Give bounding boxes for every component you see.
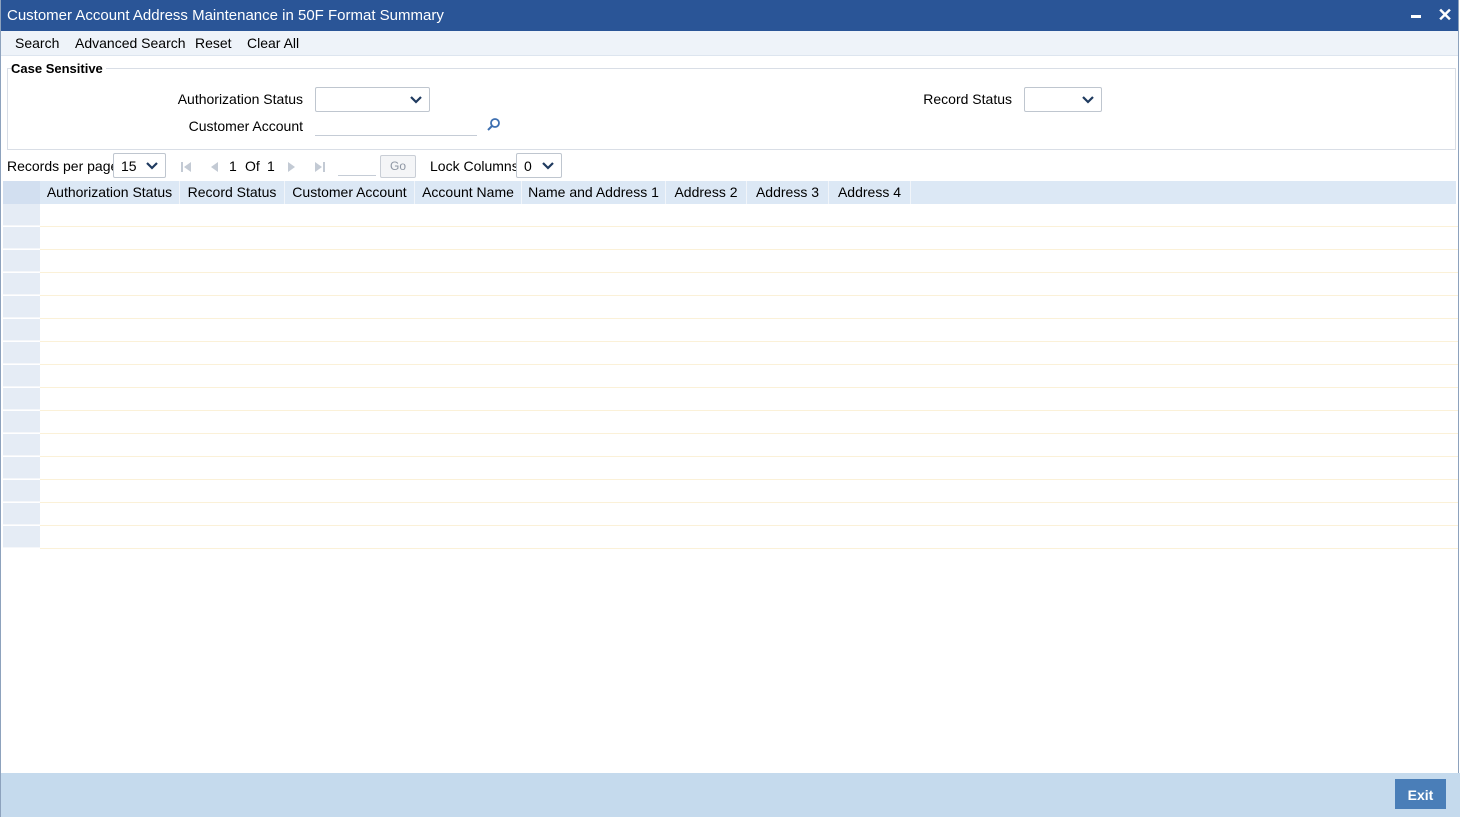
record-status-select[interactable]	[1024, 87, 1102, 112]
column-header-customer-account[interactable]: Customer Account	[285, 181, 415, 204]
table-row[interactable]	[40, 433, 1458, 434]
table-row[interactable]	[40, 410, 1458, 411]
title-bar: Customer Account Address Maintenance in …	[1, 0, 1458, 31]
clear-all-button[interactable]: Clear All	[247, 35, 299, 51]
table-row[interactable]	[40, 272, 1458, 273]
table-row[interactable]	[40, 548, 1458, 549]
row-selector[interactable]	[3, 434, 40, 456]
search-button[interactable]: Search	[15, 35, 59, 51]
row-selector[interactable]	[3, 204, 40, 226]
table-row[interactable]	[40, 226, 1458, 227]
table-row[interactable]	[40, 456, 1458, 457]
window-title: Customer Account Address Maintenance in …	[7, 7, 444, 24]
table-row[interactable]	[40, 249, 1458, 250]
toolbar: Search Advanced Search Reset Clear All	[1, 31, 1458, 56]
table-row[interactable]	[40, 479, 1458, 480]
close-icon[interactable]: ✕	[1435, 5, 1455, 25]
search-lookup-icon[interactable]	[486, 117, 502, 133]
pagination-bar: Records per page 15 1 Of 1 Go Lock Colum…	[1, 153, 1458, 181]
table-row[interactable]	[40, 364, 1458, 365]
previous-page-icon[interactable]	[207, 160, 221, 174]
table-row[interactable]	[40, 502, 1458, 503]
lock-columns-select[interactable]: 0	[516, 153, 562, 178]
row-selector[interactable]	[3, 273, 40, 295]
customer-account-input[interactable]	[315, 112, 477, 136]
row-selector[interactable]	[3, 319, 40, 341]
records-per-page-label: Records per page	[7, 158, 119, 174]
minimize-icon[interactable]	[1406, 5, 1426, 25]
row-selector[interactable]	[3, 411, 40, 433]
exit-button[interactable]: Exit	[1395, 779, 1446, 809]
customer-account-label: Customer Account	[188, 118, 303, 134]
footer-bar: Exit	[1, 773, 1460, 817]
reset-button[interactable]: Reset	[195, 35, 232, 51]
column-header-address-2[interactable]: Address 2	[666, 181, 747, 204]
row-selector[interactable]	[3, 250, 40, 272]
chevron-down-icon	[541, 161, 555, 171]
row-selector[interactable]	[3, 296, 40, 318]
column-header-address-4[interactable]: Address 4	[829, 181, 911, 204]
records-per-page-select[interactable]: 15	[113, 153, 166, 178]
first-page-icon[interactable]	[179, 160, 193, 174]
row-selector[interactable]	[3, 227, 40, 249]
table-row[interactable]	[40, 295, 1458, 296]
current-page: 1	[229, 158, 237, 174]
go-button[interactable]: Go	[380, 155, 416, 178]
table-row[interactable]	[40, 525, 1458, 526]
row-selector[interactable]	[3, 342, 40, 364]
record-status-label: Record Status	[923, 91, 1012, 107]
grid-header: Authorization Status Record Status Custo…	[3, 181, 1456, 204]
column-header-name-and-address-1[interactable]: Name and Address 1	[522, 181, 666, 204]
advanced-search-button[interactable]: Advanced Search	[75, 35, 186, 51]
column-header-record-status[interactable]: Record Status	[180, 181, 285, 204]
row-selector[interactable]	[3, 526, 40, 548]
of-label: Of	[245, 158, 260, 174]
table-row[interactable]	[40, 318, 1458, 319]
records-per-page-value: 15	[121, 158, 137, 174]
case-sensitive-legend: Case Sensitive	[11, 61, 106, 76]
chevron-down-icon	[409, 95, 423, 105]
table-row[interactable]	[40, 341, 1458, 342]
select-all-cell[interactable]	[3, 181, 40, 204]
row-selector[interactable]	[3, 480, 40, 502]
column-header-address-3[interactable]: Address 3	[747, 181, 829, 204]
column-header-authorization-status[interactable]: Authorization Status	[40, 181, 180, 204]
authorization-status-select[interactable]	[315, 87, 430, 112]
last-page-icon[interactable]	[313, 160, 327, 174]
total-pages: 1	[267, 158, 275, 174]
goto-page-input[interactable]	[338, 156, 376, 176]
next-page-icon[interactable]	[285, 160, 299, 174]
lock-columns-value: 0	[524, 158, 532, 174]
column-header-account-name[interactable]: Account Name	[415, 181, 522, 204]
authorization-status-label: Authorization Status	[177, 91, 303, 107]
chevron-down-icon	[1081, 95, 1095, 105]
row-selector[interactable]	[3, 457, 40, 479]
row-selector[interactable]	[3, 365, 40, 387]
row-selector[interactable]	[3, 503, 40, 525]
lock-columns-label: Lock Columns	[430, 158, 519, 174]
table-row[interactable]	[40, 387, 1458, 388]
search-criteria-panel	[7, 68, 1456, 150]
chevron-down-icon	[145, 161, 159, 171]
row-selector[interactable]	[3, 388, 40, 410]
summary-window: Customer Account Address Maintenance in …	[0, 0, 1460, 817]
